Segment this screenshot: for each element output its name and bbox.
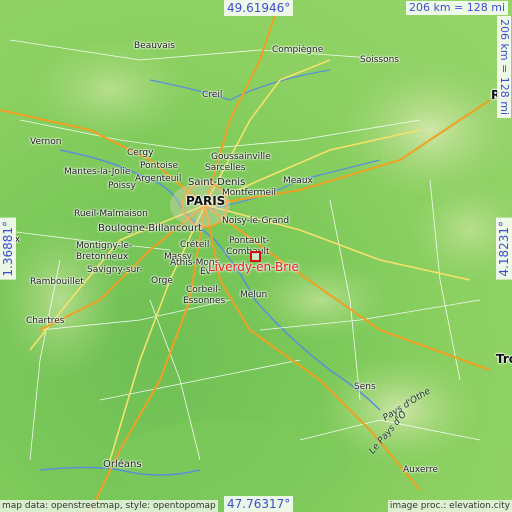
city-compiegne[interactable]: Compiègne bbox=[272, 45, 323, 55]
target-city-label[interactable]: Liverdy-en-Brie bbox=[208, 260, 299, 274]
scale-horizontal: 206 km = 128 mi bbox=[406, 1, 509, 15]
city-orleans[interactable]: Orléans bbox=[103, 460, 142, 470]
city-paris[interactable]: PARIS bbox=[186, 195, 225, 207]
city-rambouillet[interactable]: Rambouillet bbox=[30, 277, 84, 287]
city-pontoise[interactable]: Pontoise bbox=[140, 161, 178, 171]
city-cergy[interactable]: Cergy bbox=[127, 148, 153, 158]
city-beauvais[interactable]: Beauvais bbox=[134, 41, 175, 51]
city-essonnes[interactable]: Essonnes bbox=[183, 296, 225, 306]
city-chartres[interactable]: Chartres bbox=[26, 316, 64, 326]
city-mantes[interactable]: Mantes-la-Jolie bbox=[64, 167, 130, 177]
city-bretonneux[interactable]: Bretonneux bbox=[76, 252, 128, 262]
city-auxerre[interactable]: Auxerre bbox=[403, 465, 438, 475]
credit-osm: map data: openstreetmap, style: opentopo… bbox=[0, 500, 218, 512]
city-creil[interactable]: Creil bbox=[202, 90, 222, 100]
city-sens[interactable]: Sens bbox=[354, 382, 376, 392]
city-saint-denis[interactable]: Saint-Denis bbox=[188, 178, 245, 188]
highland-northeast bbox=[340, 60, 512, 200]
coord-left: 1.36881° bbox=[0, 218, 16, 280]
city-creteil[interactable]: Créteil bbox=[180, 240, 209, 250]
coord-right: 4.18231° bbox=[496, 218, 512, 280]
city-montigny[interactable]: Montigny-le- bbox=[76, 241, 132, 251]
city-pontault[interactable]: Pontault- bbox=[229, 236, 269, 246]
city-vernon[interactable]: Vernon bbox=[30, 137, 61, 147]
city-melun[interactable]: Melun bbox=[240, 290, 267, 300]
lowland-south bbox=[110, 420, 350, 500]
city-corbeil[interactable]: Corbeil- bbox=[186, 285, 221, 295]
city-combault[interactable]: Combault bbox=[226, 247, 270, 257]
coord-top: 49.61946° bbox=[224, 0, 294, 16]
coord-bottom: 47.76317° bbox=[224, 496, 294, 512]
city-argenteuil[interactable]: Argenteuil bbox=[135, 174, 181, 184]
scale-vertical: 206 km = 128 mi bbox=[497, 16, 511, 119]
city-rueil[interactable]: Rueil-Malmaison bbox=[74, 209, 148, 219]
city-orge[interactable]: Orge bbox=[151, 276, 173, 286]
map-canvas[interactable]: Beauvais Compiègne Soissons Creil R Vern… bbox=[0, 0, 512, 512]
city-montfermeil[interactable]: Montfermeil bbox=[222, 188, 276, 198]
city-savigny[interactable]: Savigny-sur- bbox=[87, 265, 143, 275]
city-meaux[interactable]: Meaux bbox=[283, 176, 313, 186]
city-sarcelles[interactable]: Sarcelles bbox=[205, 163, 245, 173]
credit-elevation: image proc.: elevation.city bbox=[387, 500, 512, 512]
city-poissy[interactable]: Poissy bbox=[108, 181, 136, 191]
city-soissons[interactable]: Soissons bbox=[360, 55, 399, 65]
city-goussainville[interactable]: Goussainville bbox=[211, 152, 271, 162]
city-boulogne[interactable]: Boulogne-Billancourt bbox=[98, 224, 202, 234]
city-troyes[interactable]: Tro bbox=[496, 353, 512, 365]
city-noisy[interactable]: Noisy-le-Grand bbox=[222, 216, 289, 226]
